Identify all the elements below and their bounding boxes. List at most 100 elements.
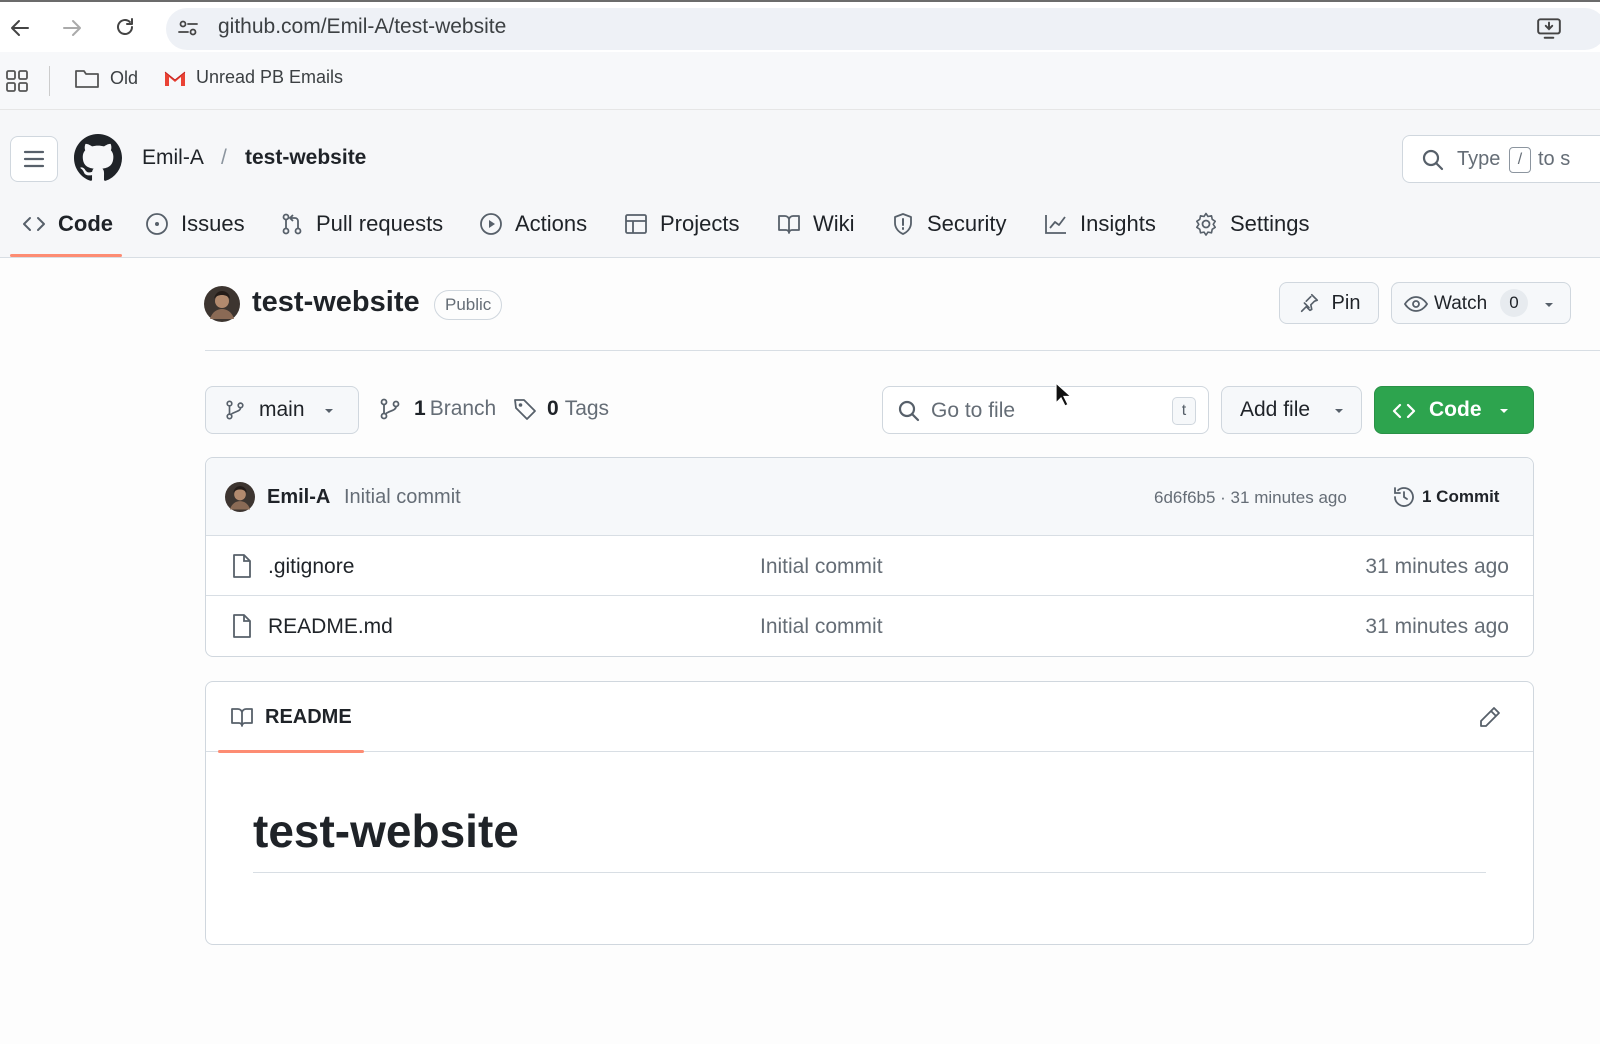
active-tab-underline <box>10 254 122 257</box>
table-row: .gitignore Initial commit 31 minutes ago <box>206 537 1533 596</box>
file-icon <box>231 553 253 579</box>
branch-selector[interactable]: main <box>205 386 359 434</box>
search-suffix: to s <box>1538 148 1571 170</box>
code-button-label: Code <box>1429 398 1482 421</box>
commit-count: 1 Commit <box>1422 487 1500 506</box>
avatar[interactable] <box>204 286 240 322</box>
tab-label: Settings <box>1230 211 1310 236</box>
tab-pull-requests[interactable]: Pull requests <box>280 206 443 242</box>
avatar[interactable] <box>225 482 255 512</box>
tags-link[interactable]: 0 Tags <box>513 397 609 421</box>
pencil-icon[interactable] <box>1478 705 1502 729</box>
go-to-file-shortcut: t <box>1172 397 1196 425</box>
visibility-badge: Public <box>434 290 503 320</box>
back-icon[interactable] <box>8 16 32 40</box>
readme-heading: test-website <box>253 805 519 857</box>
tag-count-label: Tags <box>564 397 610 420</box>
tab-label: Projects <box>660 211 740 236</box>
go-to-file-input[interactable]: Go to file t <box>882 386 1209 434</box>
code-icon <box>23 217 45 231</box>
add-file-button[interactable]: Add file <box>1221 386 1362 434</box>
site-settings-icon[interactable] <box>176 16 200 40</box>
code-button[interactable]: Code <box>1374 386 1534 434</box>
breadcrumb-separator: / <box>221 146 227 169</box>
watch-button[interactable]: Watch 0 <box>1391 282 1571 324</box>
file-icon <box>231 613 253 639</box>
chevron-down-icon[interactable] <box>1542 293 1556 315</box>
bookmark-label: Unread PB Emails <box>196 67 344 87</box>
tab-insights[interactable]: Insights <box>1044 206 1156 242</box>
play-icon <box>480 213 502 235</box>
go-to-file-placeholder: Go to file <box>931 399 1016 422</box>
branches-link[interactable]: 1 Branch <box>378 397 496 421</box>
commit-message[interactable]: Initial commit <box>344 486 461 509</box>
tab-label: Issues <box>181 211 245 236</box>
bookmarks-bar: Old Unread PB Emails <box>0 52 1600 110</box>
branch-count: 1 <box>414 397 426 420</box>
watch-count: 0 <box>1500 289 1528 317</box>
pin-label: Pin <box>1331 291 1361 314</box>
book-icon <box>778 215 800 234</box>
tag-icon <box>514 399 536 420</box>
tab-settings[interactable]: Settings <box>1194 206 1310 242</box>
url-text[interactable]: github.com/Emil-A/test-website <box>218 15 506 39</box>
search-shortcut-key: / <box>1509 147 1531 173</box>
menu-button[interactable] <box>10 136 58 182</box>
bookmark-divider <box>49 66 50 96</box>
search-icon <box>1421 148 1445 172</box>
file-age: 31 minutes ago <box>1365 555 1509 578</box>
graph-icon <box>1045 215 1066 234</box>
reload-icon[interactable] <box>113 15 137 39</box>
file-list: Emil-A Initial commit 6d6f6b5 · 31 minut… <box>205 457 1534 657</box>
install-app-icon[interactable] <box>1536 15 1562 41</box>
add-file-label: Add file <box>1240 398 1311 421</box>
tab-security[interactable]: Security <box>891 206 1006 242</box>
repo-link[interactable]: test-website <box>245 146 366 170</box>
pin-button[interactable]: Pin <box>1279 282 1379 324</box>
heading-rule <box>253 872 1486 873</box>
file-commit-message[interactable]: Initial commit <box>760 615 883 639</box>
repo-title[interactable]: test-website <box>252 286 420 319</box>
owner-link[interactable]: Emil-A <box>142 146 204 170</box>
tab-label: Insights <box>1080 211 1156 236</box>
bookmark-old[interactable]: Old <box>74 67 138 89</box>
branch-count-label: Branch <box>429 397 497 420</box>
table-icon <box>625 214 647 234</box>
bookmark-unread-pb-emails[interactable]: Unread PB Emails <box>163 67 343 88</box>
pin-icon <box>1300 293 1318 313</box>
file-commit-message[interactable]: Initial commit <box>760 555 883 579</box>
tab-code[interactable]: Code <box>22 206 113 242</box>
global-search[interactable]: Type / to s <box>1402 135 1600 183</box>
file-age: 31 minutes ago <box>1365 615 1509 638</box>
tab-label: Security <box>927 211 1007 236</box>
gear-icon <box>1196 212 1216 236</box>
commit-history-link[interactable]: 1 Commit <box>1392 485 1499 509</box>
eye-icon <box>1404 292 1428 316</box>
title-divider <box>205 350 1600 351</box>
pull-request-icon <box>282 213 302 235</box>
chevron-down-icon <box>322 399 336 421</box>
mouse-cursor-icon <box>1054 382 1072 408</box>
tab-projects[interactable]: Projects <box>624 206 739 242</box>
search-prefix: Type <box>1457 148 1501 170</box>
readme-tab-label: README <box>265 705 352 728</box>
github-logo-icon[interactable] <box>74 134 122 182</box>
branch-icon <box>224 399 246 421</box>
browser-toolbar: github.com/Emil-A/test-website <box>0 0 1600 52</box>
forward-icon[interactable] <box>60 16 84 40</box>
tab-issues[interactable]: Issues <box>145 206 245 242</box>
commit-meta[interactable]: 6d6f6b5 · 31 minutes ago <box>1154 488 1347 508</box>
readme-panel: README test-website <box>205 681 1534 945</box>
commit-author[interactable]: Emil-A <box>267 486 330 509</box>
branch-icon <box>380 398 400 420</box>
tab-wiki[interactable]: Wiki <box>777 206 855 242</box>
file-name[interactable]: README.md <box>268 615 393 639</box>
readme-tab[interactable]: README <box>230 705 352 729</box>
hamburger-icon <box>23 150 45 168</box>
gmail-icon <box>164 71 186 86</box>
apps-grid-icon[interactable] <box>6 70 28 92</box>
tab-actions[interactable]: Actions <box>479 206 587 242</box>
file-name[interactable]: .gitignore <box>268 555 354 579</box>
table-row: README.md Initial commit 31 minutes ago <box>206 597 1533 656</box>
tab-label: Code <box>58 211 113 236</box>
